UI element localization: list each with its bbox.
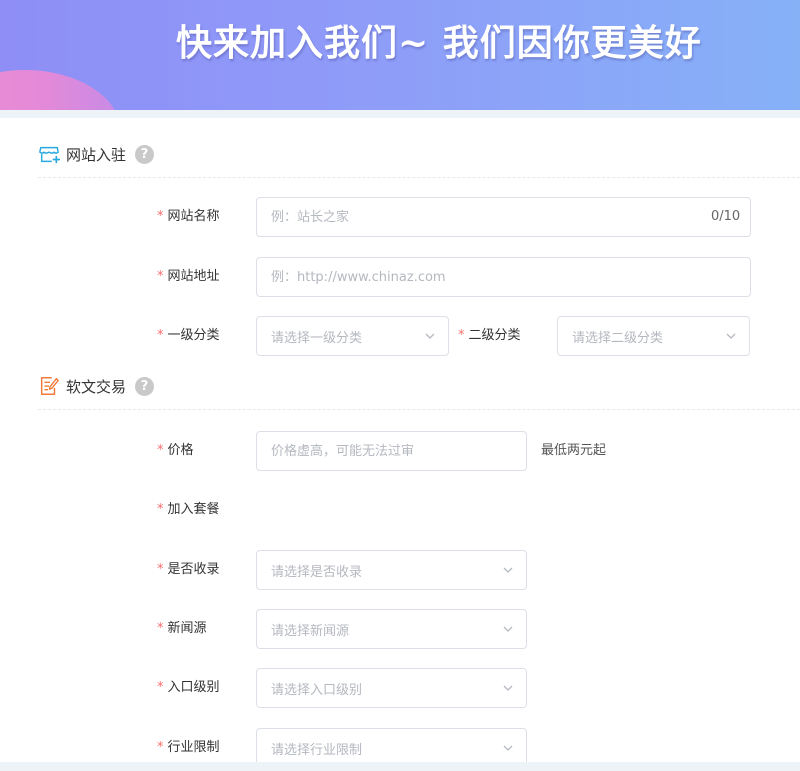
section-divider xyxy=(38,409,800,410)
category1-label: * 一级分类 xyxy=(157,328,220,343)
required-mark: * xyxy=(458,328,465,343)
banner-divider-strip xyxy=(0,110,800,118)
required-mark: * xyxy=(157,328,164,343)
chevron-down-icon xyxy=(503,567,513,573)
news-source-label: * 新闻源 xyxy=(157,621,207,636)
question-circle-icon[interactable]: ? xyxy=(135,144,155,164)
entry-level-label: * 入口级别 xyxy=(157,680,220,695)
indexed-placeholder: 请选择是否收录 xyxy=(271,564,363,580)
news-source-select[interactable]: 请选择新闻源 xyxy=(256,609,527,649)
chevron-down-icon xyxy=(503,626,513,632)
indexed-select[interactable]: 请选择是否收录 xyxy=(256,550,527,590)
price-hint: 最低两元起 xyxy=(541,443,607,458)
required-mark: * xyxy=(157,562,164,577)
site-name-input[interactable] xyxy=(256,197,751,237)
banner-headline: 快来加入我们~ 我们因你更美好 xyxy=(176,22,702,64)
section-header-article: 软文交易 ? xyxy=(38,374,155,398)
required-mark: * xyxy=(157,209,164,224)
site-url-label: * 网站地址 xyxy=(157,269,220,284)
indexed-label: * 是否收录 xyxy=(157,562,220,577)
document-edit-icon xyxy=(40,377,59,395)
category2-select[interactable]: 请选择二级分类 xyxy=(557,316,750,356)
section-title-site: 网站入驻 xyxy=(66,145,127,164)
price-input[interactable] xyxy=(256,431,527,471)
category2-placeholder: 请选择二级分类 xyxy=(572,330,664,346)
entry-level-placeholder: 请选择入口级别 xyxy=(271,682,363,698)
chevron-down-icon xyxy=(503,745,513,751)
section-header-site: 网站入驻 ? xyxy=(38,142,155,166)
banner-decoration xyxy=(0,70,120,110)
entry-level-select[interactable]: 请选择入口级别 xyxy=(256,668,527,708)
required-mark: * xyxy=(157,443,164,458)
section-title-article: 软文交易 xyxy=(66,377,127,396)
header-banner: 快来加入我们~ 我们因你更美好 xyxy=(0,0,800,110)
news-source-placeholder: 请选择新闻源 xyxy=(271,623,350,639)
industry-limit-label: * 行业限制 xyxy=(157,740,220,755)
bottom-strip xyxy=(0,762,800,771)
chevron-down-icon xyxy=(503,685,513,691)
category1-select[interactable]: 请选择一级分类 xyxy=(256,316,449,356)
question-circle-icon[interactable]: ? xyxy=(135,376,155,396)
package-label: * 加入套餐 xyxy=(157,502,220,517)
site-name-label: * 网站名称 xyxy=(157,209,220,224)
required-mark: * xyxy=(157,740,164,755)
required-mark: * xyxy=(157,680,164,695)
price-label: * 价格 xyxy=(157,443,194,458)
site-name-counter: 0/10 xyxy=(711,209,741,224)
section-divider xyxy=(38,177,800,178)
chevron-down-icon xyxy=(425,333,435,339)
chevron-down-icon xyxy=(726,333,736,339)
site-url-input[interactable] xyxy=(256,257,751,297)
storefront-icon xyxy=(39,146,60,164)
category1-placeholder: 请选择一级分类 xyxy=(271,330,363,346)
industry-limit-placeholder: 请选择行业限制 xyxy=(271,742,363,758)
required-mark: * xyxy=(157,621,164,636)
category2-label: * 二级分类 xyxy=(458,328,521,343)
required-mark: * xyxy=(157,269,164,284)
required-mark: * xyxy=(157,502,164,517)
